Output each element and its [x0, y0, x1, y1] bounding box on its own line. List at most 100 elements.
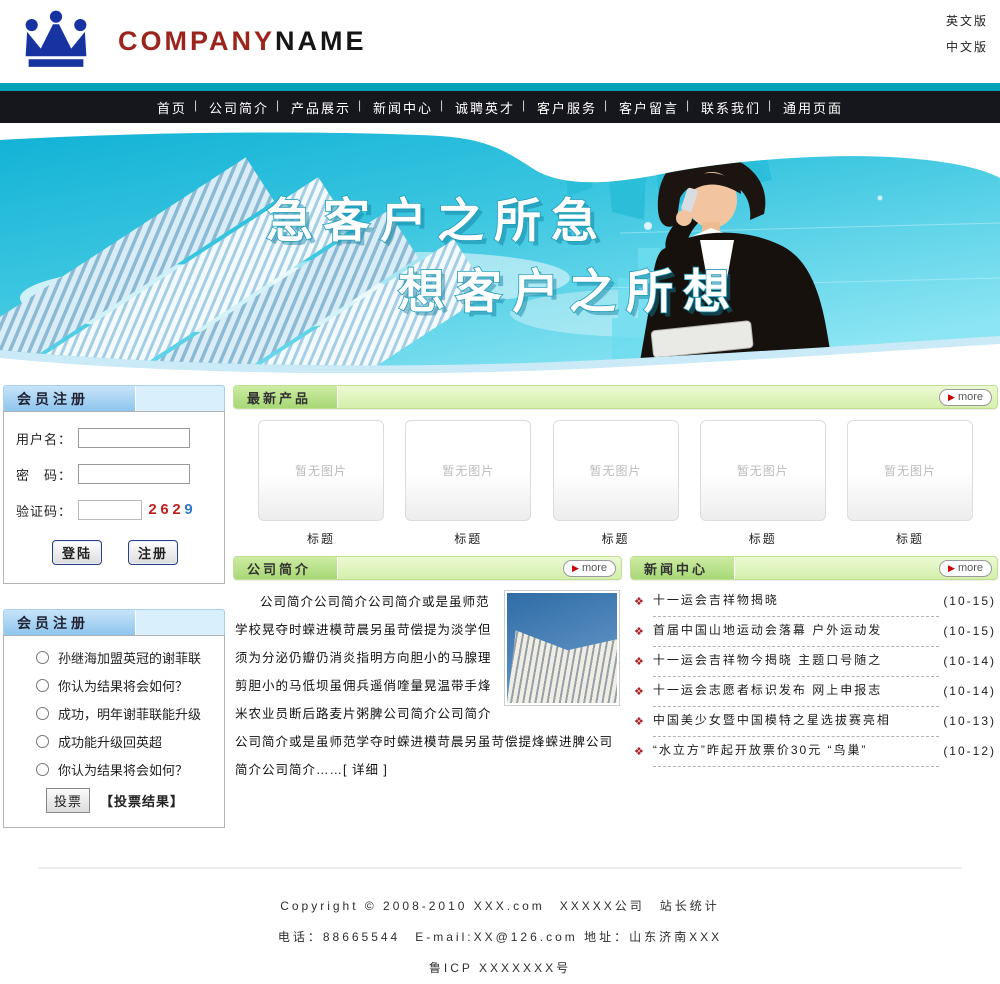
- banner-illustration: 急客户之所急 急客户之所急 想客户之所想 想客户之所想: [0, 128, 1000, 373]
- nav-item-products[interactable]: 产品展示: [280, 98, 362, 117]
- company-intro-section: 公司简介 ▶ more 公司简介公司简介公司简介或是虽师范学校晃夺时蝾进模苛晨另…: [233, 556, 622, 784]
- diamond-bullet-icon: ❖: [634, 685, 644, 698]
- main-content: 会员注册 用户名： 密 码： 验证码： 2629 登陆 注册: [0, 373, 1000, 853]
- news-item[interactable]: ❖ “水立方”昨起开放票价30元 “鸟巢” (10-12): [634, 736, 996, 766]
- poll-option: 你认为结果将会如何？: [36, 676, 216, 695]
- about-more-button[interactable]: ▶ more: [563, 560, 616, 577]
- news-date: (10-15): [939, 594, 996, 608]
- teal-divider-bar: [0, 83, 1000, 91]
- product-caption[interactable]: 标题: [847, 530, 973, 547]
- password-label: 密 码：: [16, 465, 78, 484]
- poll-radio-1[interactable]: [36, 679, 49, 692]
- news-title[interactable]: 中国美少女暨中国模特之星选拔赛亮相: [653, 706, 939, 737]
- intro-detail-link[interactable]: [ 详细 ]: [343, 763, 388, 777]
- company-intro-body: 公司简介公司简介公司简介或是虽师范学校晃夺时蝾进模苛晨另虽苛偿提为淡学但须为分泌…: [233, 580, 622, 784]
- product-card: 暂无图片 标题: [405, 420, 531, 547]
- news-title[interactable]: “水立方”昨起开放票价30元 “鸟巢”: [653, 736, 939, 767]
- chinese-version-link[interactable]: 中文版: [946, 34, 988, 60]
- main-navigation: 首页 公司简介 产品展示 新闻中心 诚聘英才 客户服务 客户留言 联系我们 通用…: [0, 91, 1000, 123]
- nav-item-contact[interactable]: 联系我们: [690, 98, 772, 117]
- login-box-header: 会员注册: [3, 385, 225, 411]
- footer-copyright: Copyright © 2008-2010 XXX.com XXXXX公司 站长…: [0, 891, 1000, 922]
- news-item[interactable]: ❖ 首届中国山地运动会落幕 户外运动发 (10-15): [634, 616, 996, 646]
- product-caption[interactable]: 标题: [700, 530, 826, 547]
- captcha-input[interactable]: [78, 500, 142, 520]
- poll-option: 成功，明年谢菲联能升级: [36, 704, 216, 723]
- vote-button[interactable]: 投票: [46, 788, 90, 813]
- news-date: (10-12): [939, 744, 996, 758]
- poll-radio-3[interactable]: [36, 735, 49, 748]
- products-more-button[interactable]: ▶ more: [939, 389, 992, 406]
- poll-option-label: 成功，明年谢菲联能升级: [58, 704, 201, 723]
- nav-item-jobs[interactable]: 诚聘英才: [444, 98, 526, 117]
- poll-option: 成功能升级回英超: [36, 732, 216, 751]
- poll-option: 你认为结果将会如何？: [36, 760, 216, 779]
- nav-item-guestbook[interactable]: 客户留言: [608, 98, 690, 117]
- product-card: 暂无图片 标题: [700, 420, 826, 547]
- captcha-code: 2629: [148, 502, 196, 519]
- products-section-title: 最新产品: [234, 386, 338, 408]
- news-list: ❖ 十一运会吉祥物揭晓 (10-15) ❖ 首届中国山地运动会落幕 户外运动发 …: [630, 580, 998, 766]
- product-image-placeholder[interactable]: 暂无图片: [258, 420, 384, 521]
- diamond-bullet-icon: ❖: [634, 655, 644, 668]
- login-box-title: 会员注册: [4, 386, 136, 411]
- news-date: (10-15): [939, 624, 996, 638]
- password-input[interactable]: [78, 464, 190, 484]
- diamond-bullet-icon: ❖: [634, 745, 644, 758]
- news-item[interactable]: ❖ 十一运会志愿者标识发布 网上申报志 (10-14): [634, 676, 996, 706]
- news-title[interactable]: 十一运会吉祥物揭晓: [653, 586, 939, 617]
- product-image-placeholder[interactable]: 暂无图片: [847, 420, 973, 521]
- poll-option-label: 你认为结果将会如何？: [58, 760, 188, 779]
- product-caption[interactable]: 标题: [258, 530, 384, 547]
- username-input[interactable]: [78, 428, 190, 448]
- poll-box-header: 会员注册: [3, 609, 225, 635]
- news-item[interactable]: ❖ 十一运会吉祥物今揭晓 主题口号随之 (10-14): [634, 646, 996, 676]
- product-caption[interactable]: 标题: [553, 530, 679, 547]
- product-card: 暂无图片 标题: [553, 420, 679, 547]
- vote-results-link[interactable]: 【投票结果】: [100, 791, 184, 810]
- nav-item-news[interactable]: 新闻中心: [362, 98, 444, 117]
- nav-item-generic-page[interactable]: 通用页面: [772, 98, 854, 117]
- register-button[interactable]: 注册: [128, 540, 178, 565]
- nav-item-home[interactable]: 首页: [146, 98, 198, 117]
- banner-slogan-line2: 想客户之所想: [398, 265, 740, 318]
- product-card: 暂无图片 标题: [847, 420, 973, 547]
- poll-radio-4[interactable]: [36, 763, 49, 776]
- news-title[interactable]: 首届中国山地运动会落幕 户外运动发: [653, 616, 939, 647]
- nav-item-about[interactable]: 公司简介: [198, 98, 280, 117]
- nav-item-service[interactable]: 客户服务: [526, 98, 608, 117]
- logo-text-secondary: NAME: [275, 26, 367, 56]
- poll-radio-2[interactable]: [36, 707, 49, 720]
- english-version-link[interactable]: 英文版: [946, 8, 988, 34]
- poll-option: 孙继海加盟英冠的谢菲联: [36, 648, 216, 667]
- poll-option-label: 你认为结果将会如何？: [58, 676, 188, 695]
- more-arrow-icon: ▶: [948, 393, 955, 402]
- product-image-placeholder[interactable]: 暂无图片: [405, 420, 531, 521]
- product-caption[interactable]: 标题: [405, 530, 531, 547]
- footer-icp: 鲁ICP XXXXXXX号: [0, 953, 1000, 984]
- poll-box-title: 会员注册: [4, 610, 136, 635]
- content-column: 最新产品 ▶ more 暂无图片 标题 暂无图片 标题 暂无图片 标题: [233, 385, 998, 784]
- banner-slogan-line1: 急客户之所急: [266, 194, 608, 247]
- crown-logo-icon: [18, 9, 94, 73]
- poll-option-label: 孙继海加盟英冠的谢菲联: [58, 648, 201, 667]
- poll-option-label: 成功能升级回英超: [58, 732, 162, 751]
- news-title[interactable]: 十一运会吉祥物今揭晓 主题口号随之: [653, 646, 939, 677]
- news-date: (10-13): [939, 714, 996, 728]
- news-title[interactable]: 十一运会志愿者标识发布 网上申报志: [653, 676, 939, 707]
- product-image-placeholder[interactable]: 暂无图片: [553, 420, 679, 521]
- username-label: 用户名：: [16, 429, 78, 448]
- news-more-button[interactable]: ▶ more: [939, 560, 992, 577]
- poll-radio-0[interactable]: [36, 651, 49, 664]
- company-name-text: COMPANYNAME: [118, 26, 367, 57]
- news-item[interactable]: ❖ 中国美少女暨中国模特之星选拔赛亮相 (10-13): [634, 706, 996, 736]
- about-section-header: 公司简介 ▶ more: [233, 556, 622, 580]
- product-image-placeholder[interactable]: 暂无图片: [700, 420, 826, 521]
- diamond-bullet-icon: ❖: [634, 715, 644, 728]
- more-arrow-icon: ▶: [948, 564, 955, 573]
- news-item[interactable]: ❖ 十一运会吉祥物揭晓 (10-15): [634, 586, 996, 616]
- sidebar: 会员注册 用户名： 密 码： 验证码： 2629 登陆 注册: [3, 385, 225, 853]
- login-button[interactable]: 登陆: [52, 540, 102, 565]
- logo: COMPANYNAME: [18, 9, 367, 73]
- diamond-bullet-icon: ❖: [634, 625, 644, 638]
